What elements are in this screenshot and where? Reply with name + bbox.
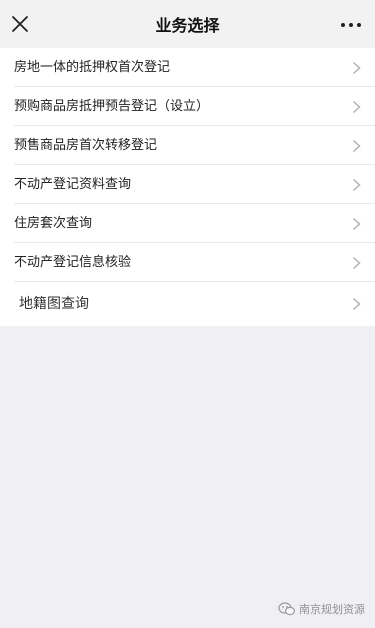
list-item[interactable]: 预售商品房首次转移登记 [0,126,375,165]
chevron-right-icon [352,178,361,192]
page-title: 业务选择 [155,16,220,35]
chevron-right-icon [352,100,361,114]
list-item[interactable]: 不动产登记资料查询 [0,165,375,204]
chevron-right-icon [352,297,361,311]
list-item-label: 预购商品房抵押预告登记（设立） [14,99,210,114]
list-item[interactable]: 不动产登记信息核验 [0,243,375,282]
list-item-label: 预售商品房首次转移登记 [14,138,158,153]
more-options-button[interactable] [337,12,365,36]
chevron-right-icon [352,217,361,231]
top-bar: 业务选择 [0,0,375,48]
list-item[interactable]: 地籍图查询 [0,282,375,326]
list-item-label: 不动产登记资料查询 [14,177,132,192]
list-item-label: 不动产登记信息核验 [14,255,132,270]
list-item-label: 地籍图查询 [19,296,89,312]
list-item[interactable]: 预购商品房抵押预告登记（设立） [0,87,375,126]
wechat-official-account-icon [278,602,296,616]
more-horizontal-icon [341,23,361,27]
chevron-right-icon [352,61,361,75]
watermark: 南京规划资源 [278,600,365,618]
list-item-label: 房地一体的抵押权首次登记 [14,60,171,75]
business-list: 房地一体的抵押权首次登记 预购商品房抵押预告登记（设立） 预售商品房首次转移登记… [0,48,375,326]
list-item[interactable]: 住房套次查询 [0,204,375,243]
watermark-text: 南京规划资源 [299,603,365,616]
list-item-label: 住房套次查询 [14,216,93,231]
chevron-right-icon [352,256,361,270]
list-item[interactable]: 房地一体的抵押权首次登记 [0,48,375,87]
chevron-right-icon [352,139,361,153]
